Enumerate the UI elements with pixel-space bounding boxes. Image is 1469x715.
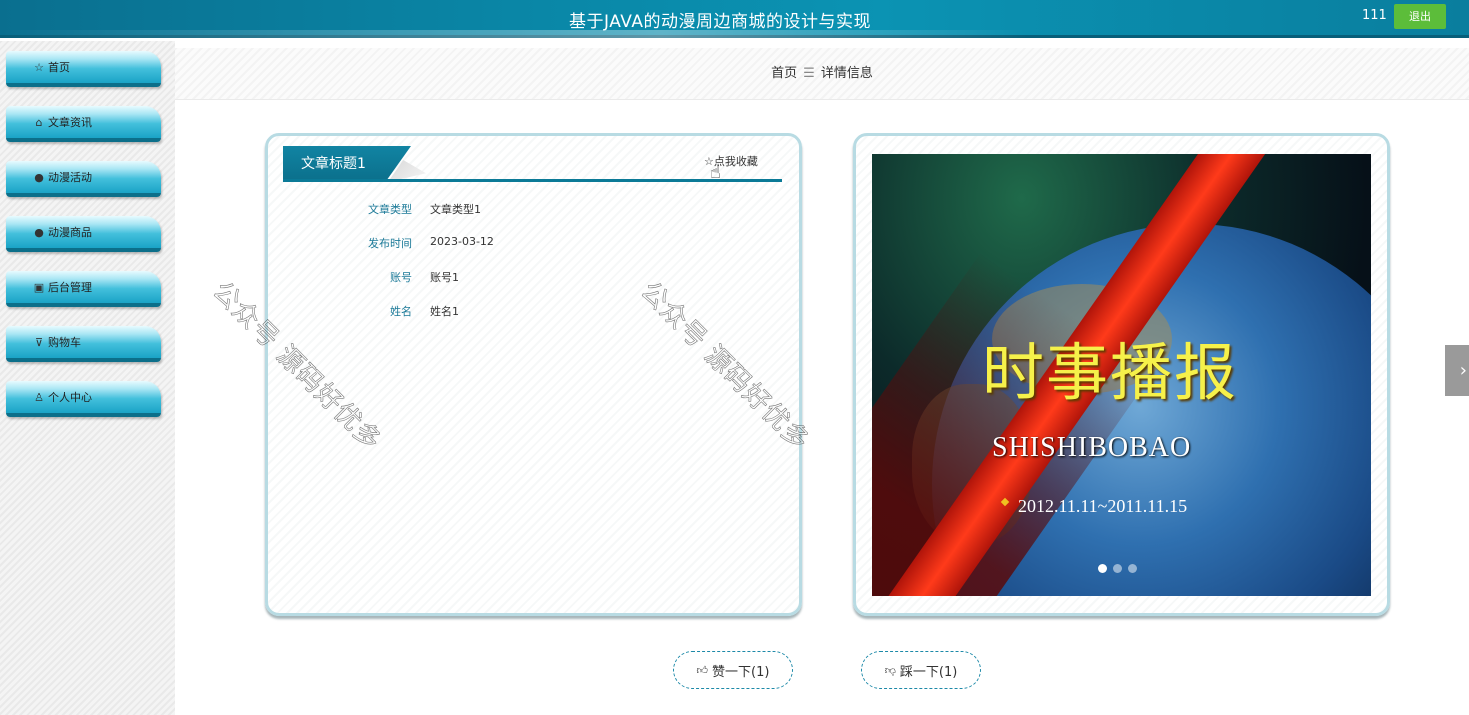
sidebar: ☆ 首页 ⌂ 文章资讯 ● 动漫活动 ● 动漫商品 ▣ 后台管理 ⊽ 购物车 ♙… — [0, 41, 175, 715]
field-label: 账号 — [390, 271, 412, 284]
sidebar-item-articles[interactable]: ⌂ 文章资讯 — [6, 106, 161, 142]
field-value: 姓名1 — [430, 305, 459, 318]
user-icon: ♙ — [34, 391, 44, 404]
banner-subtitle: SHISHIBOBAO — [992, 432, 1192, 463]
help-icon: ● — [34, 226, 44, 239]
field-value: 2023-03-12 — [430, 235, 494, 248]
sidebar-item-events[interactable]: ● 动漫活动 — [6, 161, 161, 197]
sidebar-item-label: 后台管理 — [48, 281, 92, 294]
field-row-name: 姓名 姓名1 — [268, 303, 788, 323]
dislike-label: 踩一下(1) — [899, 664, 958, 680]
sidebar-item-label: 文章资讯 — [48, 116, 92, 129]
carousel-dot[interactable] — [1098, 564, 1107, 573]
thumbs-down-icon: 👎︎ — [884, 663, 896, 677]
banner-headline: 时事播报 — [982, 336, 1239, 409]
field-label: 发布时间 — [368, 237, 412, 250]
star-icon: ☆ — [34, 61, 44, 74]
breadcrumb-home-link[interactable]: 首页 — [771, 66, 797, 81]
breadcrumb: 首页 ☰ 详情信息 — [175, 48, 1469, 100]
sidebar-item-profile[interactable]: ♙ 个人中心 — [6, 381, 161, 417]
sidebar-item-label: 动漫活动 — [48, 171, 92, 184]
sidebar-item-label: 首页 — [48, 61, 70, 74]
top-header: 基于JAVA的动漫周边商城的设计与实现 111 退出 — [0, 0, 1469, 40]
breadcrumb-current: 详情信息 — [820, 66, 873, 81]
carousel-dot[interactable] — [1128, 564, 1137, 573]
like-button[interactable]: 👍︎ 赞一下(1) — [673, 651, 793, 689]
carousel-dot[interactable] — [1113, 564, 1122, 573]
field-row-type: 文章类型 文章类型1 — [268, 201, 788, 221]
sidebar-item-label: 动漫商品 — [48, 226, 92, 239]
breadcrumb-separator-icon: ☰ — [803, 66, 815, 81]
carousel-image[interactable]: 时事播报 SHISHIBOBAO 2012.11.11~2011.11.15 — [872, 154, 1371, 596]
field-value: 文章类型1 — [430, 203, 481, 216]
sidebar-item-home[interactable]: ☆ 首页 — [6, 51, 161, 87]
side-panel-arrow-icon[interactable]: › — [1445, 345, 1469, 396]
dislike-button[interactable]: 👎︎ 踩一下(1) — [861, 651, 981, 689]
sidebar-item-cart[interactable]: ⊽ 购物车 — [6, 326, 161, 362]
banner-date-range: 2012.11.11~2011.11.15 — [1018, 496, 1188, 516]
field-row-date: 发布时间 2023-03-12 — [268, 235, 788, 255]
field-label: 姓名 — [390, 305, 412, 318]
sidebar-item-admin[interactable]: ▣ 后台管理 — [6, 271, 161, 307]
bag-icon: ⌂ — [35, 116, 43, 129]
field-value: 账号1 — [430, 271, 459, 284]
sidebar-item-products[interactable]: ● 动漫商品 — [6, 216, 161, 252]
username-label: 111 — [1362, 8, 1387, 23]
site-title: 基于JAVA的动漫周边商城的设计与实现 — [569, 12, 871, 32]
sidebar-item-label: 个人中心 — [48, 391, 92, 404]
sidebar-item-label: 购物车 — [48, 336, 81, 349]
thumbs-up-icon: 👍︎ — [696, 663, 709, 677]
alert-icon: ● — [34, 171, 44, 184]
like-label: 赞一下(1) — [712, 664, 770, 680]
field-row-account: 账号 账号1 — [268, 269, 788, 289]
title-underline — [283, 179, 782, 182]
logout-button[interactable]: 退出 — [1394, 4, 1446, 29]
cart-icon: ⊽ — [34, 336, 44, 349]
gift-icon: ▣ — [33, 281, 45, 294]
image-carousel-card: 时事播报 SHISHIBOBAO 2012.11.11~2011.11.15 — [853, 133, 1390, 616]
carousel-dots — [1098, 564, 1137, 573]
field-label: 文章类型 — [368, 203, 412, 216]
hand-cursor-icon: ☝ — [710, 162, 721, 183]
